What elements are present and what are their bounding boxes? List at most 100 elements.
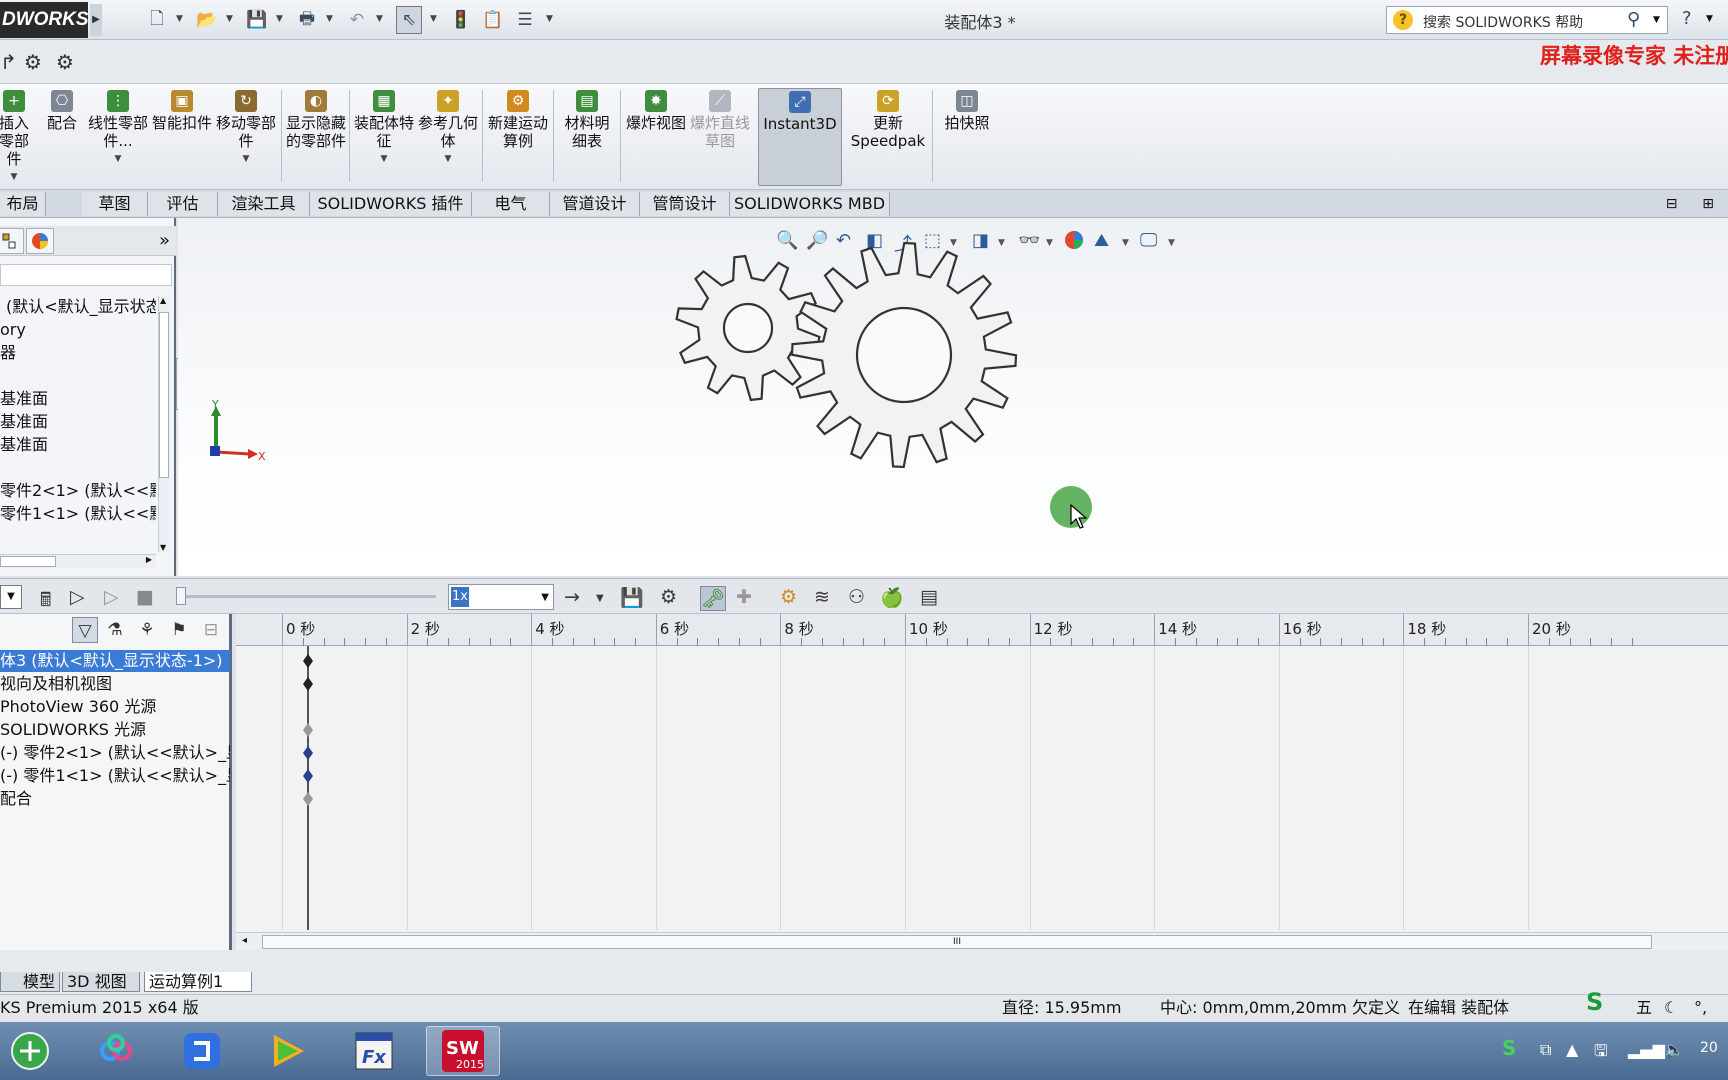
insert-component-button[interactable]: + 插入零部件 ▼ [0, 88, 36, 186]
tree-row-assembly[interactable]: (默认<默认_显示状态-1>) [6, 296, 156, 318]
insert-component-dropdown[interactable]: ▼ [0, 168, 36, 186]
scroll-right-icon[interactable]: ▶ [146, 555, 152, 564]
tree-row-part1[interactable]: 零件1<1> (默认<<默认>_显示状态 1>) [0, 503, 156, 525]
save-dropdown[interactable]: ▼ [276, 14, 283, 24]
reference-geometry-button[interactable]: ✦ 参考几何体 ▼ [418, 88, 478, 186]
mm-row-camera[interactable]: 视向及相机视图 [0, 673, 230, 695]
feature-tree-tab-icon[interactable] [0, 228, 24, 254]
tree-filter-input[interactable] [0, 264, 172, 286]
play-from-start-icon[interactable]: ▷ [70, 586, 85, 608]
animation-wizard-icon[interactable]: ⚙ [660, 586, 677, 608]
expand-panel-icon[interactable]: » [159, 230, 170, 251]
filter-results-icon[interactable]: ⚑ [166, 617, 192, 643]
tab-evaluate[interactable]: 评估 [148, 192, 218, 216]
tree-scroll-thumb[interactable] [159, 312, 169, 478]
gear-assembly-model[interactable] [178, 218, 1728, 576]
reference-geometry-dropdown[interactable]: ▼ [418, 150, 478, 168]
timeline-horizontal-scrollbar[interactable]: ◂ III [236, 932, 1728, 950]
tool-icon[interactable]: ⚙ [24, 50, 42, 74]
timeline-scroll-thumb[interactable]: III [262, 935, 1652, 949]
sogou-ime-icon[interactable]: S [1586, 989, 1603, 1015]
tab-electrical[interactable]: 电气 [472, 192, 550, 216]
tile-vertical-icon[interactable]: ⊞ [1702, 196, 1714, 212]
undo-icon[interactable]: ↶ [344, 6, 370, 34]
help-icon[interactable]: ? [1682, 8, 1692, 29]
help-dropdown[interactable]: ▼ [1706, 14, 1713, 24]
tree-row-part2[interactable]: 零件2<1> (默认<<默认>_显示状态 1>) [0, 480, 156, 502]
save-icon[interactable]: 💾 [244, 6, 270, 34]
print-dropdown[interactable]: ▼ [326, 14, 333, 24]
smart-fastener-button[interactable]: ▣ 智能扣件 [152, 88, 212, 186]
tab-motion-study-1[interactable]: 运动算例1 [144, 972, 252, 992]
playback-slider-track[interactable] [176, 595, 436, 598]
rebuild-icon[interactable]: 🚦 [448, 6, 474, 34]
collapse-tree-icon[interactable]: ⊟ [198, 617, 224, 643]
network-icon[interactable]: ▂▄▆ [1628, 1040, 1665, 1059]
linear-pattern-dropdown[interactable]: ▼ [88, 150, 148, 168]
playback-mode-dropdown[interactable]: ▼ [596, 593, 604, 604]
keypoint[interactable] [303, 654, 313, 668]
tile-horizontal-icon[interactable]: ⊟ [1666, 196, 1678, 212]
tab-solidworks-mbd[interactable]: SOLIDWORKS MBD [730, 192, 890, 216]
mm-row-solidworks-lights[interactable]: SOLIDWORKS 光源 [0, 719, 230, 741]
sogou-tray-icon[interactable]: S [1502, 1036, 1516, 1060]
file-properties-icon[interactable]: 📋 [480, 6, 506, 34]
help-search-box[interactable]: ? 搜索 SOLIDWORKS 帮助 ⚲ ▼ [1386, 6, 1668, 34]
tab-tubing[interactable]: 管筒设计 [640, 192, 730, 216]
speedpak-button[interactable]: ⟳ 更新 Speedpak [848, 88, 928, 186]
play-icon[interactable]: ▷ [104, 586, 119, 608]
solidworks-logo[interactable]: DWORKS [0, 2, 88, 38]
select-icon[interactable]: ⇖ [396, 6, 422, 34]
keypoint[interactable] [303, 746, 313, 760]
appearance-tab-icon[interactable] [26, 228, 54, 254]
thunder-icon[interactable] [176, 1026, 228, 1076]
stop-icon[interactable]: ■ [136, 586, 154, 608]
options-icon[interactable]: ☰ [512, 6, 538, 34]
tray-device-icon[interactable]: 🖫 [1594, 1040, 1608, 1067]
taskbar-clock[interactable]: 20 [1700, 1040, 1718, 1056]
tray-window-icon[interactable]: ⧉ [1540, 1040, 1551, 1060]
search-icon[interactable]: ⚲ [1627, 9, 1640, 30]
spring-icon[interactable]: ≋ [814, 586, 830, 608]
fx-app-icon[interactable]: Fx [348, 1026, 400, 1076]
search-dropdown[interactable]: ▼ [1653, 15, 1660, 25]
filter-animated-icon[interactable]: ▽ [72, 617, 98, 643]
ime-moon-icon[interactable]: ☾ [1664, 995, 1678, 1021]
tab-solidworks-addins[interactable]: SOLIDWORKS 插件 [310, 192, 472, 216]
tray-expand-icon[interactable]: ▲ [1566, 1040, 1578, 1059]
add-key-icon[interactable]: ✚ [736, 586, 752, 608]
new-doc-icon[interactable]: 🗋 [144, 6, 170, 34]
tree-row-top-plane[interactable]: 基准面 [0, 411, 150, 433]
options-dropdown[interactable]: ▼ [546, 14, 553, 24]
mm-row-part1[interactable]: (-) 零件1<1> (默认<<默认>_显 [0, 765, 230, 787]
graphics-viewport[interactable]: 🔍 🔎 ↶ ◧ ⤴ ⬚ ▼ ◨ ▼ 👓 ▼ ⛰ ▼ 🖵 ▼ Y X [178, 218, 1728, 576]
ime-mode[interactable]: 五 [1636, 995, 1652, 1021]
tab-sketch[interactable]: 草图 [82, 192, 148, 216]
exploded-view-button[interactable]: ✸ 爆炸视图 [626, 88, 686, 186]
ime-punct-icon[interactable]: °, [1694, 995, 1707, 1021]
print-icon[interactable]: 🖶 [294, 6, 320, 34]
tree-hscroll-thumb[interactable] [0, 556, 56, 567]
keypoint[interactable] [303, 677, 313, 691]
keypoint[interactable] [303, 723, 313, 737]
autokey-icon[interactable]: 🗝 [700, 586, 727, 611]
snapshot-button[interactable]: ◫ 拍快照 [936, 88, 998, 186]
open-dropdown[interactable]: ▼ [226, 14, 233, 24]
explode-line-sketch-button[interactable]: ⟋ 爆炸直线草图 [690, 88, 750, 186]
mm-row-photoview-lights[interactable]: PhotoView 360 光源 [0, 696, 230, 718]
mm-row-part2[interactable]: (-) 零件2<1> (默认<<默认>_显 [0, 742, 230, 764]
undo-dropdown[interactable]: ▼ [376, 14, 383, 24]
media-player-icon[interactable] [262, 1026, 314, 1076]
motion-timeline[interactable]: 0 秒2 秒4 秒6 秒8 秒 10 秒 12 秒 14 秒 16 秒 18 秒 20 秒 … [236, 614, 1728, 950]
gravity-icon[interactable]: 🍏 [880, 586, 904, 609]
tab-model[interactable]: 模型 [0, 972, 60, 992]
linear-pattern-button[interactable]: ⋮ 线性零部件... ▼ [88, 88, 148, 186]
mm-row-mates[interactable]: 配合 [0, 788, 230, 810]
assembly-feature-button[interactable]: ▦ 装配体特征 ▼ [354, 88, 414, 186]
move-component-dropdown[interactable]: ▼ [216, 150, 276, 168]
select-dropdown[interactable]: ▼ [430, 14, 437, 24]
new-motion-study-button[interactable]: ⚙ 新建运动算例 [486, 88, 550, 186]
tree-row-sensors[interactable]: 器 [0, 342, 150, 364]
new-doc-dropdown[interactable]: ▼ [176, 14, 183, 24]
keypoint[interactable] [303, 792, 313, 806]
